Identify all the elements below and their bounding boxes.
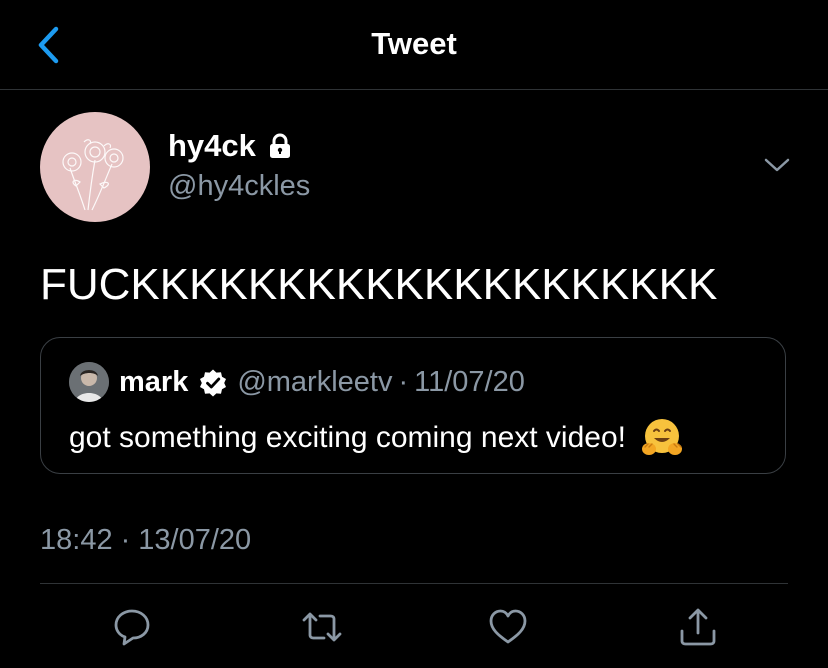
avatar[interactable]: [40, 112, 150, 222]
chevron-down-icon: [764, 158, 790, 172]
retweet-icon: [302, 612, 342, 642]
reply-button[interactable]: [110, 605, 154, 649]
author-name: hy4ck: [168, 128, 256, 163]
quoted-separator: ·: [398, 366, 409, 398]
quoted-tweet-card[interactable]: mark @markleetv · 11/07/20 got something…: [40, 337, 786, 474]
top-bar: Tweet: [0, 0, 828, 90]
lock-icon: [269, 133, 290, 158]
verified-badge-icon: [200, 369, 227, 396]
quoted-header: mark @markleetv · 11/07/20: [119, 366, 525, 399]
share-button[interactable]: [676, 605, 720, 649]
tweet-date: 13/07/20: [138, 524, 252, 556]
flower-sketch-icon: [62, 139, 124, 211]
quoted-text-row: got something exciting coming next video…: [69, 416, 684, 460]
quoted-avatar: [69, 362, 109, 402]
divider: [40, 583, 788, 584]
author-handle[interactable]: @hy4ckles: [168, 170, 310, 203]
quoted-author-name: mark: [119, 366, 189, 398]
person-photo-icon: [69, 362, 109, 402]
quoted-date: 11/07/20: [414, 366, 525, 398]
like-button[interactable]: [486, 605, 530, 649]
page-title: Tweet: [371, 26, 457, 61]
retweet-button[interactable]: [300, 605, 344, 649]
author-name-row[interactable]: hy4ck: [168, 128, 294, 164]
quoted-author-handle: @markleetv: [237, 366, 393, 398]
share-icon: [680, 608, 716, 646]
timestamp-separator: ·: [120, 524, 131, 556]
reply-icon: [114, 609, 150, 646]
tweet-time: 18:42: [40, 524, 113, 556]
like-icon: [489, 609, 527, 644]
hugging-face-emoji-icon: [641, 419, 682, 455]
tweet-menu-button[interactable]: [762, 154, 792, 176]
tweet-timestamp: 18:42 · 13/07/20: [40, 524, 251, 557]
tweet-text: FUCKKKKKKKKKKKKKKKKKKKK: [40, 260, 718, 309]
quoted-text: got something exciting coming next video…: [69, 421, 626, 454]
